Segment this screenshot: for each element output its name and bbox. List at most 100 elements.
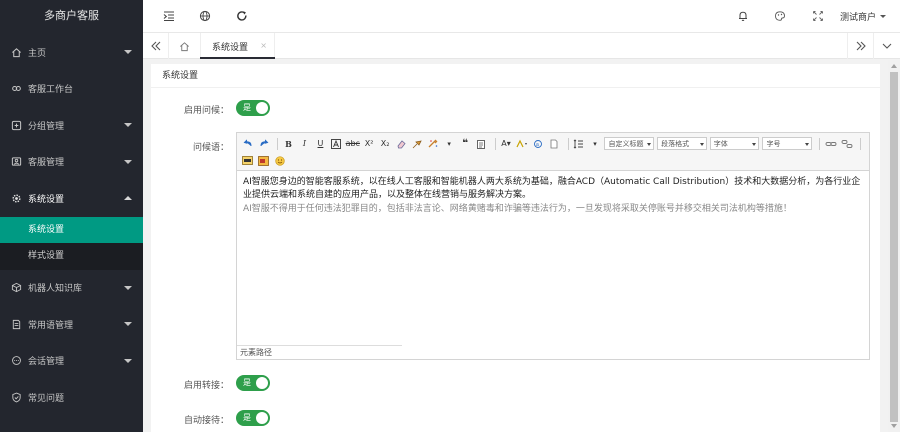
globe-icon[interactable] — [198, 9, 212, 23]
switch-text: 是 — [243, 378, 251, 387]
sidebar-item-groups[interactable]: 分组管理 — [0, 107, 143, 144]
indent-icon[interactable] — [162, 9, 176, 23]
box-icon — [10, 282, 22, 294]
chevron-up-icon — [124, 196, 132, 201]
toolbar-separator — [494, 137, 496, 150]
format-brush-icon[interactable] — [411, 137, 424, 151]
font-size-select[interactable]: 字号 — [762, 137, 813, 150]
sidebar-item-robot-kb[interactable]: 机器人知识库 — [0, 270, 143, 307]
close-icon[interactable]: × — [260, 41, 267, 50]
redo-icon[interactable] — [257, 137, 270, 151]
enable-transfer-label: 启用转接： — [183, 381, 229, 391]
font-size-select-value: 字号 — [766, 139, 781, 148]
eraser-icon[interactable] — [395, 137, 408, 151]
heading-select-value: 自定义标题 — [608, 139, 644, 148]
gallery-icon[interactable] — [257, 154, 270, 168]
bold-icon[interactable]: B — [282, 137, 295, 151]
scroll-up-icon[interactable] — [891, 64, 897, 68]
font-color-icon[interactable]: A▾ — [500, 137, 513, 151]
auto-accept-label: 自动接待： — [183, 416, 229, 426]
highlight-color-icon[interactable] — [516, 137, 529, 151]
subscript-icon[interactable]: X₂ — [379, 137, 392, 151]
chevron-down-icon[interactable]: ▾ — [588, 137, 601, 151]
chevron-down-icon — [647, 143, 652, 146]
strikethrough-icon[interactable]: abc — [346, 137, 360, 151]
bell-icon[interactable] — [736, 9, 750, 23]
tabs-next-button[interactable] — [847, 33, 873, 59]
insert-order-icon[interactable]: a — [532, 137, 545, 151]
sidebar-item-agents[interactable]: 客服管理 — [0, 144, 143, 181]
font-border-icon[interactable] — [330, 137, 343, 151]
link-icon[interactable] — [824, 137, 837, 151]
line-height-icon[interactable] — [572, 137, 585, 151]
sidebar-item-phrases[interactable]: 常用语管理 — [0, 306, 143, 343]
tabs-prev-button[interactable] — [143, 33, 169, 59]
chevron-down-icon — [880, 15, 886, 18]
sidebar-item-faq[interactable]: 常见问题 — [0, 379, 143, 416]
chevron-down-icon[interactable]: ▾ — [443, 137, 456, 151]
paste-text-icon[interactable] — [475, 137, 488, 151]
doc-icon — [10, 318, 22, 330]
skin-icon[interactable] — [773, 9, 787, 23]
active-tab-indicator — [200, 57, 275, 59]
sidebar-item-label: 主页 — [28, 48, 47, 59]
tab-label: 系统设置 — [212, 42, 249, 53]
editor-content[interactable]: AI智服您身边的智能客服系统，以在线人工客服和智能机器人两大系统为基础，融合AC… — [237, 171, 869, 221]
user-menu[interactable]: 测试商户 — [840, 10, 886, 23]
topbar: 测试商户 — [143, 0, 900, 33]
auto-format-icon[interactable] — [427, 137, 440, 151]
sidebar-item-sessions[interactable]: 会话管理 — [0, 343, 143, 380]
chevron-down-icon — [805, 143, 810, 146]
sidebar-item-label: 常用语管理 — [28, 320, 74, 331]
paragraph-select-value: 段落格式 — [661, 139, 690, 148]
tabs-dropdown-button[interactable] — [873, 33, 899, 59]
image-icon[interactable] — [241, 154, 254, 168]
italic-icon[interactable]: I — [298, 137, 311, 151]
submenu-item-system-settings[interactable]: 系统设置 — [0, 216, 143, 243]
unlink-icon[interactable] — [840, 137, 853, 151]
auto-accept-switch[interactable]: 是 — [236, 410, 270, 426]
blockquote-icon[interactable]: ❝ — [459, 137, 472, 151]
enable-transfer-row: 启用转接： 是 — [151, 374, 880, 394]
sidebar-item-system-settings[interactable]: 系统设置 — [0, 180, 143, 217]
page-icon[interactable] — [548, 137, 561, 151]
enable-transfer-switch[interactable]: 是 — [236, 375, 270, 391]
auto-accept-row: 自动接待： 是 — [151, 409, 880, 429]
font-family-select[interactable]: 字体 — [709, 137, 760, 150]
superscript-icon[interactable]: X² — [363, 137, 376, 151]
scroll-thumb[interactable] — [890, 72, 898, 422]
sidebar-item-home[interactable]: 主页 — [0, 34, 143, 71]
chevron-down-icon — [124, 50, 132, 55]
scroll-down-icon[interactable] — [891, 424, 897, 428]
user-icon — [10, 156, 22, 168]
emoji-icon[interactable] — [273, 154, 286, 168]
user-name: 测试商户 — [839, 13, 876, 23]
sidebar-item-label: 常见问题 — [28, 393, 65, 404]
undo-icon[interactable] — [241, 137, 254, 151]
enable-greeting-row: 启用问候： 是 — [151, 99, 880, 119]
chevron-down-icon — [752, 143, 757, 146]
underline-icon[interactable]: U — [314, 137, 327, 151]
settings-card: 系统设置 启用问候： 是 问候语： B I U abc X² X₂ ▾ ❝ A▾… — [151, 64, 880, 432]
switch-text: 是 — [243, 413, 251, 422]
editor-paragraph-intro: AI智服您身边的智能客服系统，以在线人工客服和智能机器人两大系统为基础，融合AC… — [243, 177, 861, 200]
chevron-down-icon — [699, 143, 704, 146]
card-title: 系统设置 — [151, 64, 880, 88]
rich-text-editor[interactable]: B I U abc X² X₂ ▾ ❝ A▾ a ▾ 自定义标题 段落格式 字体… — [236, 132, 870, 360]
tab-system-settings[interactable]: 系统设置 × — [200, 33, 275, 59]
toolbar-separator — [567, 137, 569, 150]
enable-greeting-switch[interactable]: 是 — [236, 100, 270, 116]
sidebar: 多商户客服 主页 客服工作台 分组管理 客服管理 系统设置 系统设置 样式设置 … — [0, 0, 143, 432]
group-icon — [10, 119, 22, 131]
page-scrollbar[interactable] — [888, 60, 900, 432]
submenu-item-style-settings[interactable]: 样式设置 — [0, 243, 143, 270]
paragraph-select[interactable]: 段落格式 — [657, 137, 707, 150]
sidebar-item-workbench[interactable]: 客服工作台 — [0, 71, 143, 108]
fullscreen-icon[interactable] — [811, 9, 825, 23]
refresh-icon[interactable] — [235, 9, 249, 23]
home-tab-icon[interactable] — [171, 33, 197, 59]
switch-text: 是 — [243, 103, 251, 112]
switch-knob — [256, 412, 268, 424]
editor-toolbar: B I U abc X² X₂ ▾ ❝ A▾ a ▾ 自定义标题 段落格式 字体… — [237, 133, 869, 171]
heading-select[interactable]: 自定义标题 — [604, 137, 655, 150]
